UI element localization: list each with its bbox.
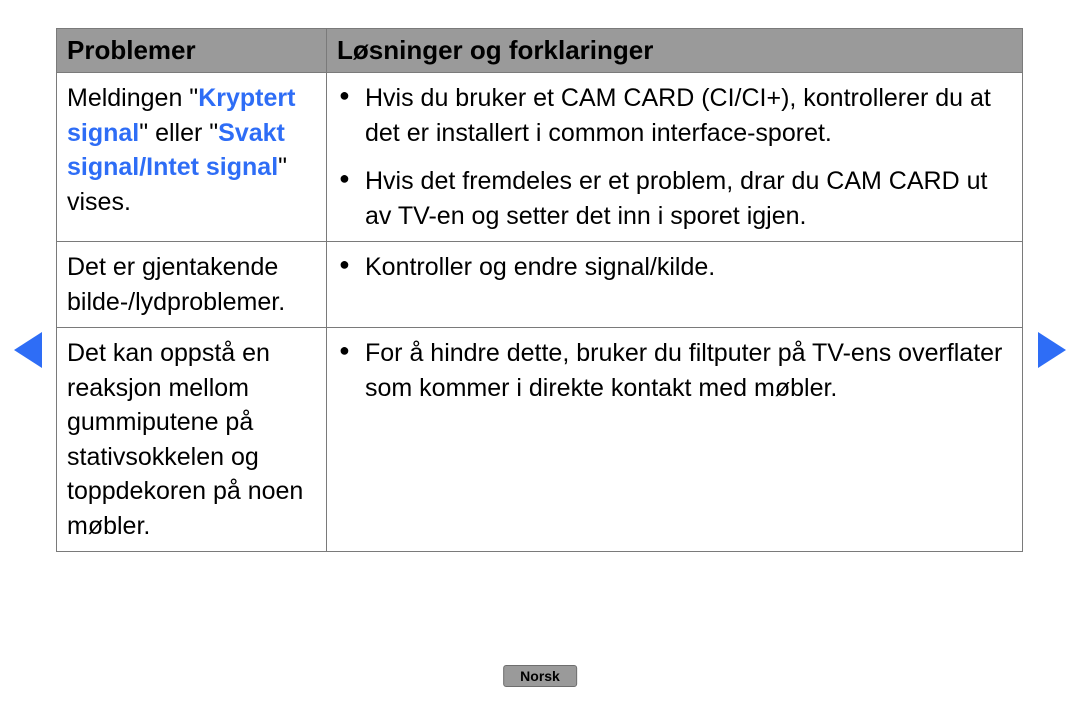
header-solutions: Løsninger og forklaringer — [327, 29, 1023, 73]
solution-bullet: Hvis det fremdeles er et problem, drar d… — [337, 164, 1012, 233]
table-row: Det kan oppstå en reaksjon mellom gummip… — [57, 328, 1023, 552]
next-page-arrow[interactable] — [1038, 332, 1066, 368]
header-problems: Problemer — [57, 29, 327, 73]
problem-cell: Det kan oppstå en reaksjon mellom gummip… — [57, 328, 327, 552]
problem-cell: Det er gjentakende bilde-/lydproblemer. — [57, 242, 327, 328]
prev-page-arrow[interactable] — [14, 332, 42, 368]
table-row: Det er gjentakende bilde-/lydproblemer. … — [57, 242, 1023, 328]
solution-bullet: Hvis du bruker et CAM CARD (CI/CI+), kon… — [337, 81, 1012, 150]
troubleshoot-table: Problemer Løsninger og forklaringer Meld… — [56, 28, 1023, 552]
solution-bullet: Kontroller og endre signal/kilde. — [337, 250, 1012, 285]
solution-cell: For å hindre dette, bruker du filtputer … — [327, 328, 1023, 552]
problem-text: " eller " — [139, 119, 218, 147]
problem-cell: Meldingen "Kryptert signal" eller "Svakt… — [57, 73, 327, 242]
problem-text: Meldingen " — [67, 84, 198, 112]
table-row: Meldingen "Kryptert signal" eller "Svakt… — [57, 73, 1023, 242]
solution-bullet: For å hindre dette, bruker du filtputer … — [337, 336, 1012, 405]
troubleshoot-page: Problemer Løsninger og forklaringer Meld… — [56, 28, 1022, 552]
solution-cell: Hvis du bruker et CAM CARD (CI/CI+), kon… — [327, 73, 1023, 242]
language-badge: Norsk — [503, 665, 577, 687]
solution-cell: Kontroller og endre signal/kilde. — [327, 242, 1023, 328]
